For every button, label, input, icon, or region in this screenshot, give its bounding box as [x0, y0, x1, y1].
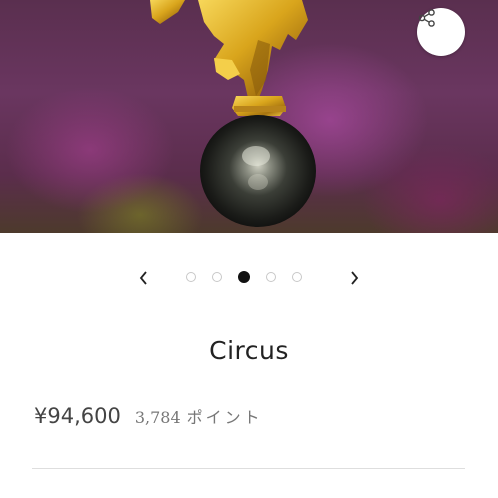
carousel-dot-5[interactable] [292, 272, 302, 282]
image-carousel-nav [0, 262, 498, 294]
carousel-dots [186, 271, 302, 284]
share-icon [418, 9, 435, 27]
product-image[interactable] [0, 0, 498, 233]
carousel-dot-4[interactable] [266, 272, 276, 282]
product-price: ¥94,600 [34, 404, 121, 428]
points-info: 3,784 ポイント [135, 404, 263, 428]
previous-image-button[interactable] [132, 266, 156, 290]
divider [32, 468, 465, 469]
product-title: Circus [209, 336, 289, 365]
price-row: ¥94,600 3,784 ポイント [34, 404, 263, 428]
points-label: ポイント [186, 408, 263, 427]
chevron-right-icon [351, 271, 359, 285]
carousel-dot-2[interactable] [212, 272, 222, 282]
next-image-button[interactable] [342, 266, 366, 290]
product-page: Circus ¥94,600 3,784 ポイント [0, 0, 498, 498]
chevron-left-icon [139, 271, 147, 285]
points-value: 3,784 [134, 408, 181, 427]
carousel-dot-3-active[interactable] [238, 271, 250, 283]
carousel-dot-1[interactable] [186, 272, 196, 282]
share-button[interactable] [417, 8, 465, 56]
